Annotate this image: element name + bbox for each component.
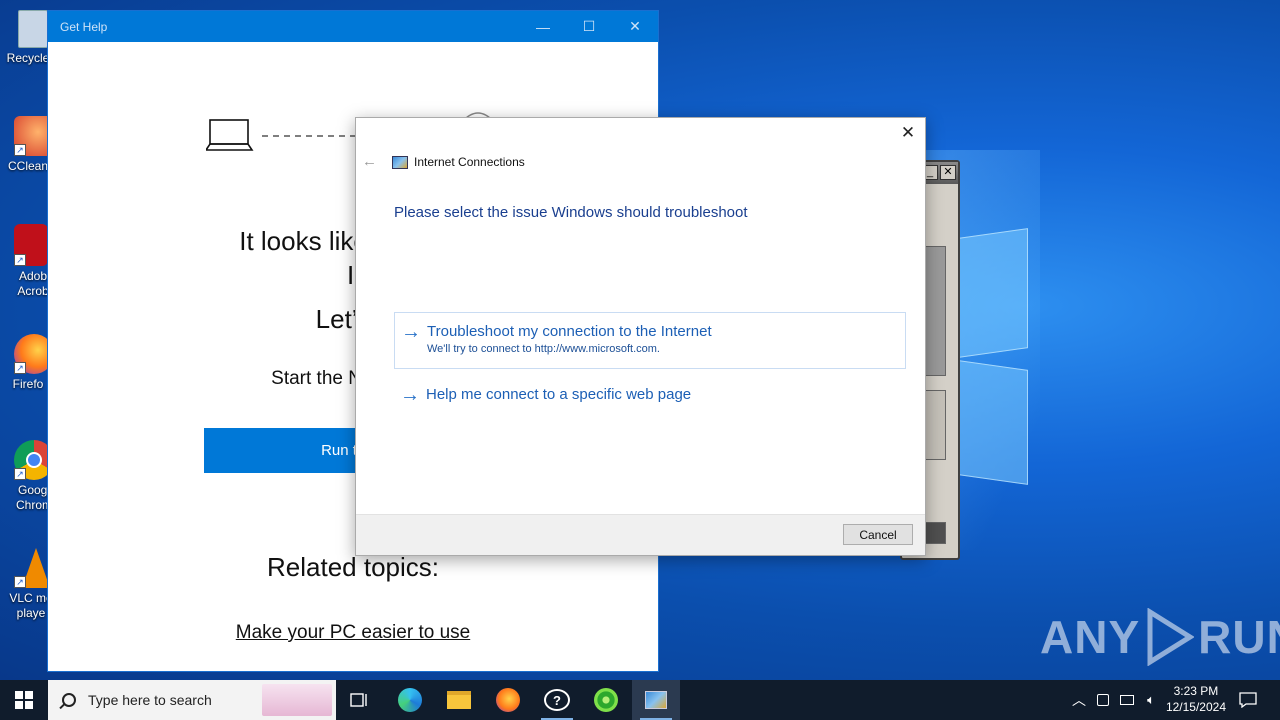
edge-icon [398, 688, 422, 712]
tray-meet-icon[interactable] [1092, 680, 1114, 720]
task-view-button[interactable] [336, 680, 384, 720]
taskbar-file-explorer[interactable] [435, 680, 483, 720]
firefox-icon [496, 688, 520, 712]
shortcut-arrow-icon: ↗ [14, 468, 26, 480]
clock-date: 12/15/2024 [1165, 700, 1226, 714]
clock-time: 3:23 PM [1173, 684, 1219, 698]
recycle-bin-icon [18, 10, 48, 48]
desktop-icon-label: Recycle [6, 51, 50, 65]
taskbar-edge[interactable] [386, 680, 434, 720]
dialog-title: Internet Connections [392, 155, 525, 169]
watermark-text-right: RUN [1198, 611, 1280, 663]
adobe-acrobat-icon: ↗ [14, 224, 48, 266]
option-title: Troubleshoot my connection to the Intern… [427, 323, 712, 340]
internet-connections-icon [392, 155, 408, 169]
search-placeholder: Type here to search [88, 692, 212, 708]
taskbar-search-box[interactable]: Type here to search [48, 680, 336, 720]
option-specific-web-page[interactable]: → Help me connect to a specific web page [394, 376, 906, 416]
internet-connections-icon [645, 691, 667, 709]
taskbar-internet-connections[interactable] [632, 680, 680, 720]
chat-help-icon: ? [544, 689, 570, 711]
option-troubleshoot-internet[interactable]: → Troubleshoot my connection to the Inte… [394, 312, 906, 369]
shortcut-arrow-icon: ↗ [14, 362, 26, 374]
laptop-disconnected-icon [206, 119, 358, 151]
taskbar: Type here to search ? ︿ 🔈︎ 3:23 PM 12/15… [0, 680, 1280, 720]
clock[interactable]: 3:23 PM 12/15/2024 [1166, 683, 1226, 715]
watermark-text-left: ANY [1040, 611, 1141, 663]
close-button[interactable]: ✕ [612, 11, 658, 42]
play-logo-icon [1147, 608, 1195, 666]
related-topic-link[interactable]: Make your PC easier to use [48, 622, 658, 644]
dialog-title-text: Internet Connections [414, 155, 525, 169]
green-app-icon [594, 688, 618, 712]
desktop-icon-label: CClean [7, 159, 49, 173]
window-title: Get Help [60, 19, 108, 34]
cancel-button[interactable]: Cancel [843, 524, 913, 545]
background-window-panel [924, 246, 946, 376]
windows-start-icon [15, 691, 33, 709]
shortcut-arrow-icon: ↗ [14, 144, 26, 156]
background-window-panel [924, 390, 946, 460]
start-button[interactable] [0, 680, 48, 720]
network-icon[interactable] [1116, 680, 1138, 720]
arrow-right-icon: → [401, 321, 421, 343]
file-explorer-icon [447, 691, 471, 709]
vlc-cone-icon: ↗ [14, 548, 50, 588]
option-title: Help me connect to a specific web page [426, 386, 692, 403]
notifications-icon [1239, 692, 1257, 708]
get-help-titlebar[interactable]: Get Help — ☐ ✕ [48, 11, 658, 42]
arrow-right-icon: → [400, 384, 420, 406]
tray-overflow-chevron-icon[interactable]: ︿ [1068, 680, 1090, 720]
close-icon[interactable]: ✕ [940, 165, 956, 180]
anyrun-watermark: ANY RUN [1040, 608, 1280, 666]
desktop-icon-label: Firefo [12, 377, 44, 391]
back-button[interactable]: ← [362, 153, 377, 170]
option-description: We'll try to connect to http://www.micro… [427, 343, 660, 355]
dialog-footer: Cancel [356, 514, 925, 555]
close-button[interactable]: ✕ [897, 122, 919, 144]
dialog-instruction: Please select the issue Windows should t… [394, 204, 748, 221]
related-topics-heading: Related topics: [267, 552, 439, 582]
task-view-icon [350, 693, 367, 707]
shortcut-arrow-icon: ↗ [14, 576, 26, 588]
taskbar-firefox[interactable] [484, 680, 532, 720]
taskbar-chat-help[interactable]: ? [533, 680, 581, 720]
search-highlight-lotus-icon [262, 684, 332, 716]
minimize-button[interactable]: — [520, 11, 566, 42]
action-center-button[interactable] [1236, 680, 1260, 720]
background-window-button[interactable] [924, 522, 946, 544]
shortcut-arrow-icon: ↗ [14, 254, 26, 266]
internet-connections-dialog: ✕ ← Internet Connections Please select t… [355, 117, 926, 556]
volume-icon[interactable]: 🔈︎ [1140, 680, 1162, 720]
taskbar-green-app[interactable] [582, 680, 630, 720]
maximize-button[interactable]: ☐ [566, 11, 612, 42]
search-icon [62, 693, 76, 707]
